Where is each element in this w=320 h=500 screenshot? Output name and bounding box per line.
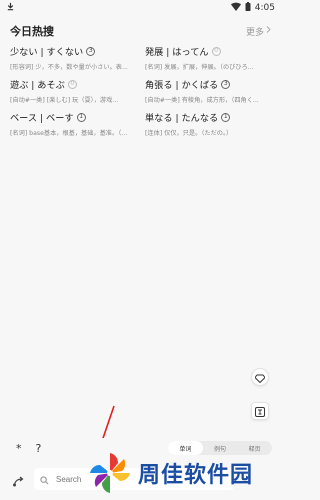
translate-icon <box>255 402 265 421</box>
diamond-icon <box>254 368 266 387</box>
word-definition: [名词] 发展，扩展，伸展。（のびひろ... <box>145 64 254 71</box>
diamond-button[interactable] <box>251 368 269 386</box>
level-badge: 0 <box>211 46 221 56</box>
word-card[interactable]: 発展 | はってん 0 [名词] 发展，扩展，伸展。（のびひろ... <box>145 44 270 71</box>
search-icon <box>40 470 49 489</box>
status-bar: 4:05 <box>0 0 281 16</box>
section-title: 今日热搜 <box>10 25 54 38</box>
word-definition: [连体] 仅仅，只是。（ただの。） <box>145 130 233 137</box>
word-title: 発展 | はってん <box>145 47 209 58</box>
word-card[interactable]: ベース | ベーす 1 [名词] base基本，根基，基础，基准。（... <box>10 110 145 137</box>
battery-icon <box>245 2 251 14</box>
level-badge: 3 <box>86 46 96 56</box>
level-badge: 3 <box>221 79 231 89</box>
watermark-logo: 周佳软件园 <box>88 448 278 498</box>
word-title: 少ない | すくない <box>10 47 84 58</box>
word-title: 遊ぶ | あそぶ <box>10 80 65 91</box>
translate-button[interactable] <box>251 402 269 420</box>
level-badge: 1 <box>221 112 231 122</box>
word-definition: [自动#一类] [楽しむ] 玩（耍），游戏... <box>10 97 119 104</box>
word-card[interactable]: 少ない | すくない 3 [形容词] 少，不多，数や量が小さい。表... <box>10 44 145 71</box>
word-card[interactable]: 単なる | たんなる 1 [连体] 仅仅，只是。（ただの。） <box>145 110 270 137</box>
hot-word-grid: 少ない | すくない 3 [形容词] 少，不多，数や量が小さい。表... 発展 |… <box>10 44 271 137</box>
hot-search-header: 今日热搜 更多 <box>0 20 281 42</box>
word-definition: [自动#一类] 有棱角，成方形，（四角く... <box>145 97 259 104</box>
word-definition: [形容词] 少，不多，数や量が小さい。表... <box>10 64 128 71</box>
word-definition: [名词] base基本，根基，基础，基准。（... <box>10 130 128 137</box>
word-title: 角張る | かくばる <box>145 80 219 91</box>
wildcard-question-key[interactable]: ? <box>36 442 42 455</box>
wildcard-star-key[interactable]: * <box>16 442 22 455</box>
status-time: 4:05 <box>254 3 275 13</box>
level-badge: 1 <box>76 112 86 122</box>
word-title: ベース | ベーす <box>10 113 74 124</box>
more-link[interactable]: 更多 <box>246 25 271 38</box>
download-icon <box>6 2 15 14</box>
word-card[interactable]: 角張る | かくばる 3 [自动#一类] 有棱角，成方形，（四角く... <box>145 77 270 104</box>
watermark-text: 周佳软件园 <box>138 463 254 488</box>
wifi-icon <box>230 2 241 14</box>
word-title: 単なる | たんなる <box>145 113 219 124</box>
pinwheel-logo-icon <box>90 453 130 493</box>
chevron-right-icon <box>266 26 271 36</box>
share-icon[interactable] <box>12 473 24 492</box>
word-card[interactable]: 遊ぶ | あそぶ 0 [自动#一类] [楽しむ] 玩（耍），游戏... <box>10 77 145 104</box>
level-badge: 0 <box>67 79 77 89</box>
more-label: 更多 <box>245 27 264 38</box>
